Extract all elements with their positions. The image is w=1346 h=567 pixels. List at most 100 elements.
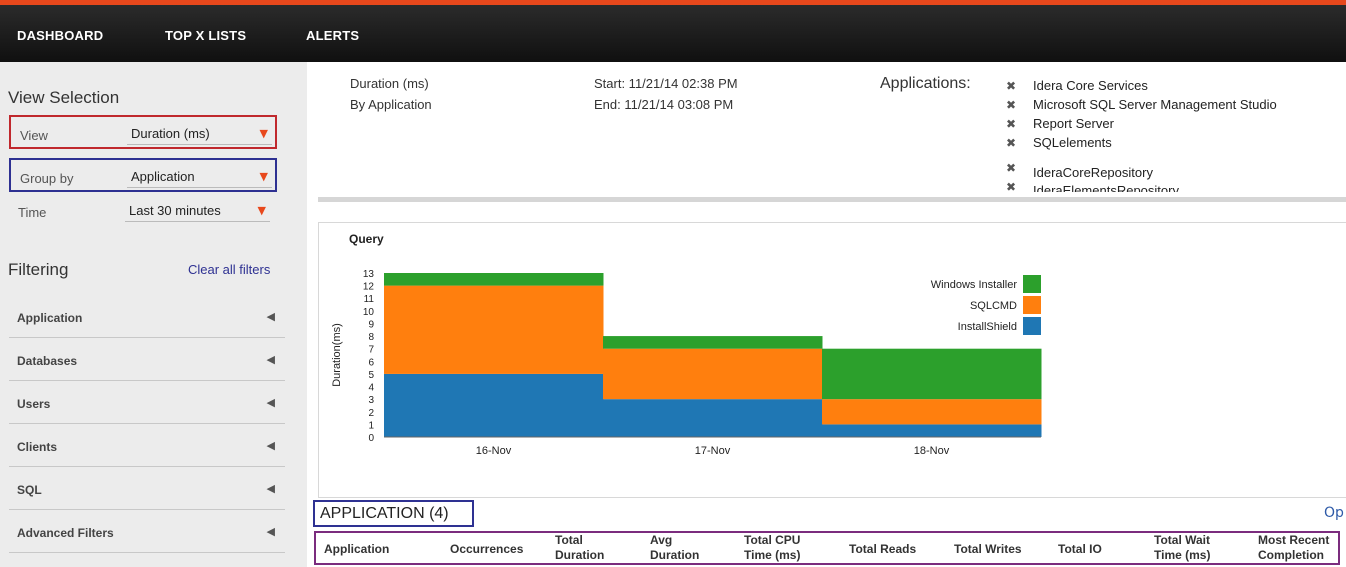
filter-application[interactable]: Application ◀ (9, 295, 285, 338)
time-row: Time Last 30 minutes ▼ (9, 194, 277, 228)
sidebar: View Selection View Duration (ms) ▼ Grou… (0, 62, 307, 567)
table-header: Application Occurrences Total Duration (… (314, 531, 1340, 565)
application-chip: Microsoft SQL Server Management Studio (1033, 97, 1277, 112)
bar-segment-installshield (603, 399, 823, 437)
collapse-arrow-icon: ◀ (266, 396, 275, 409)
remove-icon[interactable]: ✖ (1006, 79, 1016, 93)
column-header[interactable]: Total CPU Time (ms) (744, 533, 810, 563)
application-chip: IderaCoreRepository (1033, 165, 1153, 180)
column-header[interactable]: Avg Duration (ms) (650, 533, 710, 563)
y-tick-label: 9 (368, 319, 374, 330)
legend-swatch (1023, 296, 1041, 314)
nav-dashboard[interactable]: DASHBOARD (17, 28, 103, 43)
time-select[interactable]: Last 30 minutes ▼ (125, 198, 270, 222)
dropdown-arrow-icon: ▼ (257, 204, 266, 217)
bar-segment-windows-installer (822, 348, 1042, 400)
filter-label: SQL (17, 483, 42, 497)
filter-users[interactable]: Users ◀ (9, 381, 285, 424)
column-header[interactable]: Total Duration (ms) (555, 533, 615, 563)
y-tick-label: 2 (368, 408, 374, 419)
column-header[interactable]: Most Recent Completion (1258, 533, 1338, 563)
filter-label: Advanced Filters (17, 526, 114, 540)
bar-segment-installshield (822, 424, 1042, 437)
applications-list: ✖ Idera Core Services ✖ Microsoft SQL Se… (1000, 72, 1346, 192)
column-header[interactable]: Total Writes (954, 542, 1022, 557)
view-label: View (20, 128, 48, 143)
remove-icon[interactable]: ✖ (1006, 117, 1016, 131)
nav-top-x-lists[interactable]: TOP X LISTS (165, 28, 246, 43)
column-header[interactable]: Total Wait Time (ms) (1154, 533, 1220, 563)
column-header[interactable]: Application (324, 542, 389, 557)
y-tick-label: 6 (368, 357, 374, 368)
x-tick-label: 16-Nov (476, 445, 512, 457)
column-header[interactable]: Occurrences (450, 542, 523, 557)
column-header[interactable]: Total IO (1058, 542, 1102, 557)
view-select-value: Duration (ms) (131, 126, 210, 141)
legend-swatch (1023, 275, 1041, 293)
filter-label: Users (17, 397, 51, 411)
grouping-label: By Application (350, 97, 432, 112)
view-selection-title: View Selection (8, 88, 120, 107)
collapse-arrow-icon: ◀ (266, 353, 275, 366)
group-by-select[interactable]: Application ▼ (127, 164, 272, 188)
filter-sql[interactable]: SQL ◀ (9, 467, 285, 510)
dropdown-arrow-icon: ▼ (259, 170, 268, 183)
filter-label: Application (17, 311, 83, 325)
bar-segment-windows-installer (384, 273, 604, 286)
filter-label: Databases (17, 354, 78, 368)
group-by-select-value: Application (131, 169, 195, 184)
view-select[interactable]: Duration (ms) ▼ (127, 121, 272, 145)
time-label: Time (18, 205, 47, 220)
bar-segment-sqlcmd (822, 399, 1042, 425)
y-tick-label: 3 (368, 395, 374, 406)
legend-label: SQLCMD (970, 300, 1017, 312)
start-time: Start: 11/21/14 02:38 PM (594, 76, 738, 91)
legend-swatch (1023, 317, 1041, 335)
filter-advanced[interactable]: Advanced Filters ◀ (9, 510, 285, 553)
query-chart: QueryDuration(ms)01234567891011121316-No… (331, 232, 1042, 457)
remove-icon[interactable]: ✖ (1006, 136, 1016, 150)
collapse-arrow-icon: ◀ (266, 482, 275, 495)
x-tick-label: 17-Nov (695, 445, 731, 457)
y-tick-label: 8 (368, 332, 374, 343)
dropdown-arrow-icon: ▼ (259, 127, 268, 140)
clear-all-filters-link[interactable]: Clear all filters (188, 262, 270, 277)
filter-databases[interactable]: Databases ◀ (9, 338, 285, 381)
collapse-arrow-icon: ◀ (266, 525, 275, 538)
top-navigation-bar: DASHBOARD TOP X LISTS ALERTS (0, 0, 1346, 62)
bar-segment-sqlcmd (384, 285, 604, 374)
y-tick-label: 12 (363, 282, 375, 293)
filter-clients[interactable]: Clients ◀ (9, 424, 285, 467)
legend-label: Windows Installer (931, 279, 1018, 291)
application-chip: IderaElementsRepository (1033, 183, 1179, 192)
column-header[interactable]: Total Reads (849, 542, 916, 557)
bar-segment-sqlcmd (603, 348, 823, 400)
options-link[interactable]: Op (1324, 505, 1344, 521)
y-tick-label: 4 (368, 383, 374, 394)
y-tick-label: 5 (368, 370, 374, 381)
nav-alerts[interactable]: ALERTS (306, 28, 359, 43)
applications-label: Applications: (880, 75, 971, 92)
y-tick-label: 7 (368, 345, 374, 356)
y-tick-label: 0 (368, 433, 374, 444)
x-tick-label: 18-Nov (914, 445, 950, 457)
remove-icon[interactable]: ✖ (1006, 180, 1016, 192)
time-select-value: Last 30 minutes (129, 203, 221, 218)
metric-label: Duration (ms) (350, 76, 429, 91)
collapse-arrow-icon: ◀ (266, 439, 275, 452)
header-divider (318, 197, 1346, 202)
group-by-row: Group by Application ▼ (9, 158, 277, 192)
application-table-title: APPLICATION (4) (313, 500, 474, 527)
remove-icon[interactable]: ✖ (1006, 98, 1016, 112)
bar-segment-windows-installer (603, 336, 823, 349)
application-chip: Report Server (1033, 116, 1114, 131)
legend-label: InstallShield (958, 321, 1017, 333)
application-chip: SQLelements (1033, 135, 1112, 150)
filter-label: Clients (17, 440, 58, 454)
remove-icon[interactable]: ✖ (1006, 161, 1016, 175)
collapse-arrow-icon: ◀ (266, 310, 275, 323)
y-tick-label: 11 (364, 294, 375, 305)
y-tick-label: 1 (368, 420, 374, 431)
chart-panel: Query Duration(ms) 0 1 2 3 4 5 6 7 8 9 10 11 12 13 16-No… (318, 222, 1346, 498)
view-row: View Duration (ms) ▼ (9, 115, 277, 149)
